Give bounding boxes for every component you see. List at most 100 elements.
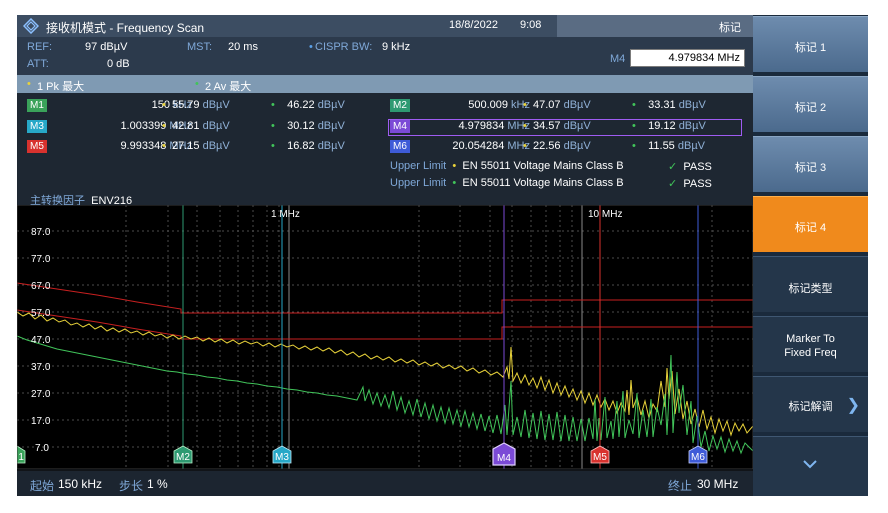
limit-result-text: PASS	[683, 178, 712, 190]
marker-flag-m2-label: M2	[176, 452, 190, 463]
marker-frequency-value: 20.054284	[452, 140, 505, 152]
x-label-10mhz: 10 MHz	[588, 209, 622, 220]
marker-frequency-value: 9.993348	[120, 140, 167, 152]
marker-value: 34.57	[532, 120, 561, 132]
softkey-marker-1[interactable]: 标记 1	[753, 16, 868, 72]
marker-unit: dBµV	[202, 99, 230, 111]
active-marker-label: M4	[610, 53, 626, 65]
marker-flag-m2[interactable]: M2	[173, 445, 193, 464]
window-title: 接收机模式 - Frequency Scan	[46, 21, 205, 35]
limit-name: EN 55011 Voltage Mains Class B	[462, 160, 624, 172]
y-tick: 87.0	[31, 227, 51, 238]
trace2-label[interactable]: 2 Av 最大	[205, 78, 251, 94]
softkey-marker-demod[interactable]: 标记解调 ❯	[753, 376, 868, 432]
marker-unit: dBµV	[202, 140, 230, 152]
ref-value[interactable]: 97 dBµV	[85, 41, 127, 53]
limit-name: EN 55011 Voltage Mains Class B	[462, 177, 624, 189]
marker-flag-m1[interactable]: M1	[17, 445, 26, 464]
marker-m1-avg: • 46.22 dBµV	[271, 99, 345, 111]
y-tick: 27.0	[31, 389, 51, 400]
marker-m3-avg: • 30.12 dBµV	[271, 120, 345, 132]
cispr-dot-icon: •	[309, 41, 313, 53]
instrument-screen: 接收机模式 - Frequency Scan 18/8/2022 9:08 标记…	[17, 15, 868, 496]
softkey-label: 标记 3	[794, 162, 827, 174]
step-label: 步长	[119, 479, 144, 493]
title-bar: 接收机模式 - Frequency Scan 18/8/2022 9:08 标记	[17, 15, 753, 37]
spectrum-graph[interactable]: M1 M2 M3 M4 M5	[17, 205, 753, 469]
softkey-marker-4[interactable]: 标记 4	[753, 196, 868, 252]
y-tick: 67.0	[31, 281, 51, 292]
y-tick: 57.0	[31, 308, 51, 319]
trace1-dot-icon: •	[27, 78, 31, 90]
marker-value: 47.07	[532, 99, 561, 111]
marker-row-m4[interactable]: M4 4.979834 MHz	[390, 120, 530, 134]
limit-result-text: PASS	[683, 161, 712, 173]
marker-unit: dBµV	[678, 99, 706, 111]
marker-frequency: 20.054284 MHz	[452, 140, 530, 152]
mst-label: MST:	[187, 41, 213, 53]
marker-tag: M3	[27, 120, 47, 133]
cispr-value[interactable]: 9 kHz	[382, 41, 410, 53]
marker-flag-m3-label: M3	[275, 452, 289, 463]
y-tick: 77.0	[31, 254, 51, 265]
marker-panel-tab[interactable]: 标记	[557, 15, 753, 37]
marker-frequency-value: 1.003399	[120, 120, 167, 132]
softkey-panel: 标记 1 标记 2 标记 3 标记 4 标记类型 Marker To Fixed…	[753, 15, 868, 496]
marker-value: 33.31	[648, 99, 676, 111]
softkey-label-line2: Fixed Freq	[784, 347, 837, 359]
marker-tag: M4	[390, 120, 410, 133]
stop-label: 终止	[668, 479, 693, 493]
marker-value: 16.82	[287, 140, 315, 152]
marker-frequency: 500.009 kHz	[468, 99, 530, 111]
marker-value: 22.56	[532, 140, 561, 152]
trace1-label[interactable]: 1 Pk 最大	[37, 78, 84, 94]
marker-m6-peak: • 22.56 dBµV	[523, 140, 591, 152]
step-value[interactable]: 1 %	[147, 477, 168, 491]
marker-unit: dBµV	[202, 120, 230, 132]
grid-lines	[17, 205, 753, 469]
spectrum-plot[interactable]: M1 M2 M3 M4 M5	[17, 205, 753, 469]
softkey-marker-3[interactable]: 标记 3	[753, 136, 868, 192]
softkey-marker-2[interactable]: 标记 2	[753, 76, 868, 132]
marker-flag-m6-label: M6	[691, 452, 705, 463]
marker-flag-m6[interactable]: M6	[688, 445, 708, 464]
marker-row-m6[interactable]: M6 20.054284 MHz	[390, 140, 530, 154]
softkey-marker-to-fixed-freq[interactable]: Marker To Fixed Freq	[753, 316, 868, 372]
marker-flag-m5-label: M5	[593, 452, 607, 463]
mst-value[interactable]: 20 ms	[228, 41, 258, 53]
softkey-label: 标记 2	[794, 102, 827, 114]
parameter-bar: REF: 97 dBµV ATT: 0 dB MST: 20 ms • CISP…	[17, 37, 753, 75]
marker-frequency-value: 500.009	[468, 99, 508, 111]
measurement-area: 接收机模式 - Frequency Scan 18/8/2022 9:08 标记…	[17, 15, 753, 496]
marker-tag: M2	[390, 99, 410, 112]
marker-flag-m5[interactable]: M5	[590, 445, 610, 464]
y-tick: 47.0	[31, 335, 51, 346]
marker-value: 42.81	[171, 120, 200, 132]
att-label: ATT:	[27, 58, 49, 70]
marker-value: 27.15	[171, 140, 200, 152]
stop-value[interactable]: 30 MHz	[697, 477, 738, 491]
softkey-label: Marker To	[786, 333, 835, 345]
marker-flag-m3[interactable]: M3	[272, 445, 292, 464]
y-tick: 17.0	[31, 416, 51, 427]
cispr-label: CISPR BW:	[315, 41, 373, 53]
status-footer: 起始 150 kHz 步长 1 % 终止 30 MHz	[17, 471, 753, 496]
marker-unit: dBµV	[317, 120, 345, 132]
x-label-1mhz: 1 MHz	[271, 209, 300, 220]
marker-value: 30.12	[287, 120, 315, 132]
marker-frequency-value: 4.979834	[458, 120, 505, 132]
mode-logo-icon[interactable]	[23, 18, 39, 34]
marker-tag: M5	[27, 140, 47, 153]
y-axis-ticks: 87.0 77.0 67.0 57.0 47.0 37.0 27.0 17.0 …	[31, 227, 51, 454]
marker-panel-tab-label: 标记	[719, 22, 741, 34]
softkey-more[interactable]	[753, 436, 868, 496]
softkey-marker-type[interactable]: 标记类型	[753, 256, 868, 312]
limit-result: ✓ PASS	[668, 160, 712, 173]
y-tick: 37.0	[31, 362, 51, 373]
marker-row-m2[interactable]: M2 500.009 kHz	[390, 99, 530, 113]
att-value[interactable]: 0 dB	[107, 58, 130, 70]
start-value[interactable]: 150 kHz	[58, 477, 102, 491]
limit-check-row: Upper Limit • EN 55011 Voltage Mains Cla…	[390, 177, 624, 189]
marker-frequency-input[interactable]: 4.979834 MHz	[630, 49, 745, 67]
marker-m4-peak: • 34.57 dBµV	[523, 120, 591, 132]
